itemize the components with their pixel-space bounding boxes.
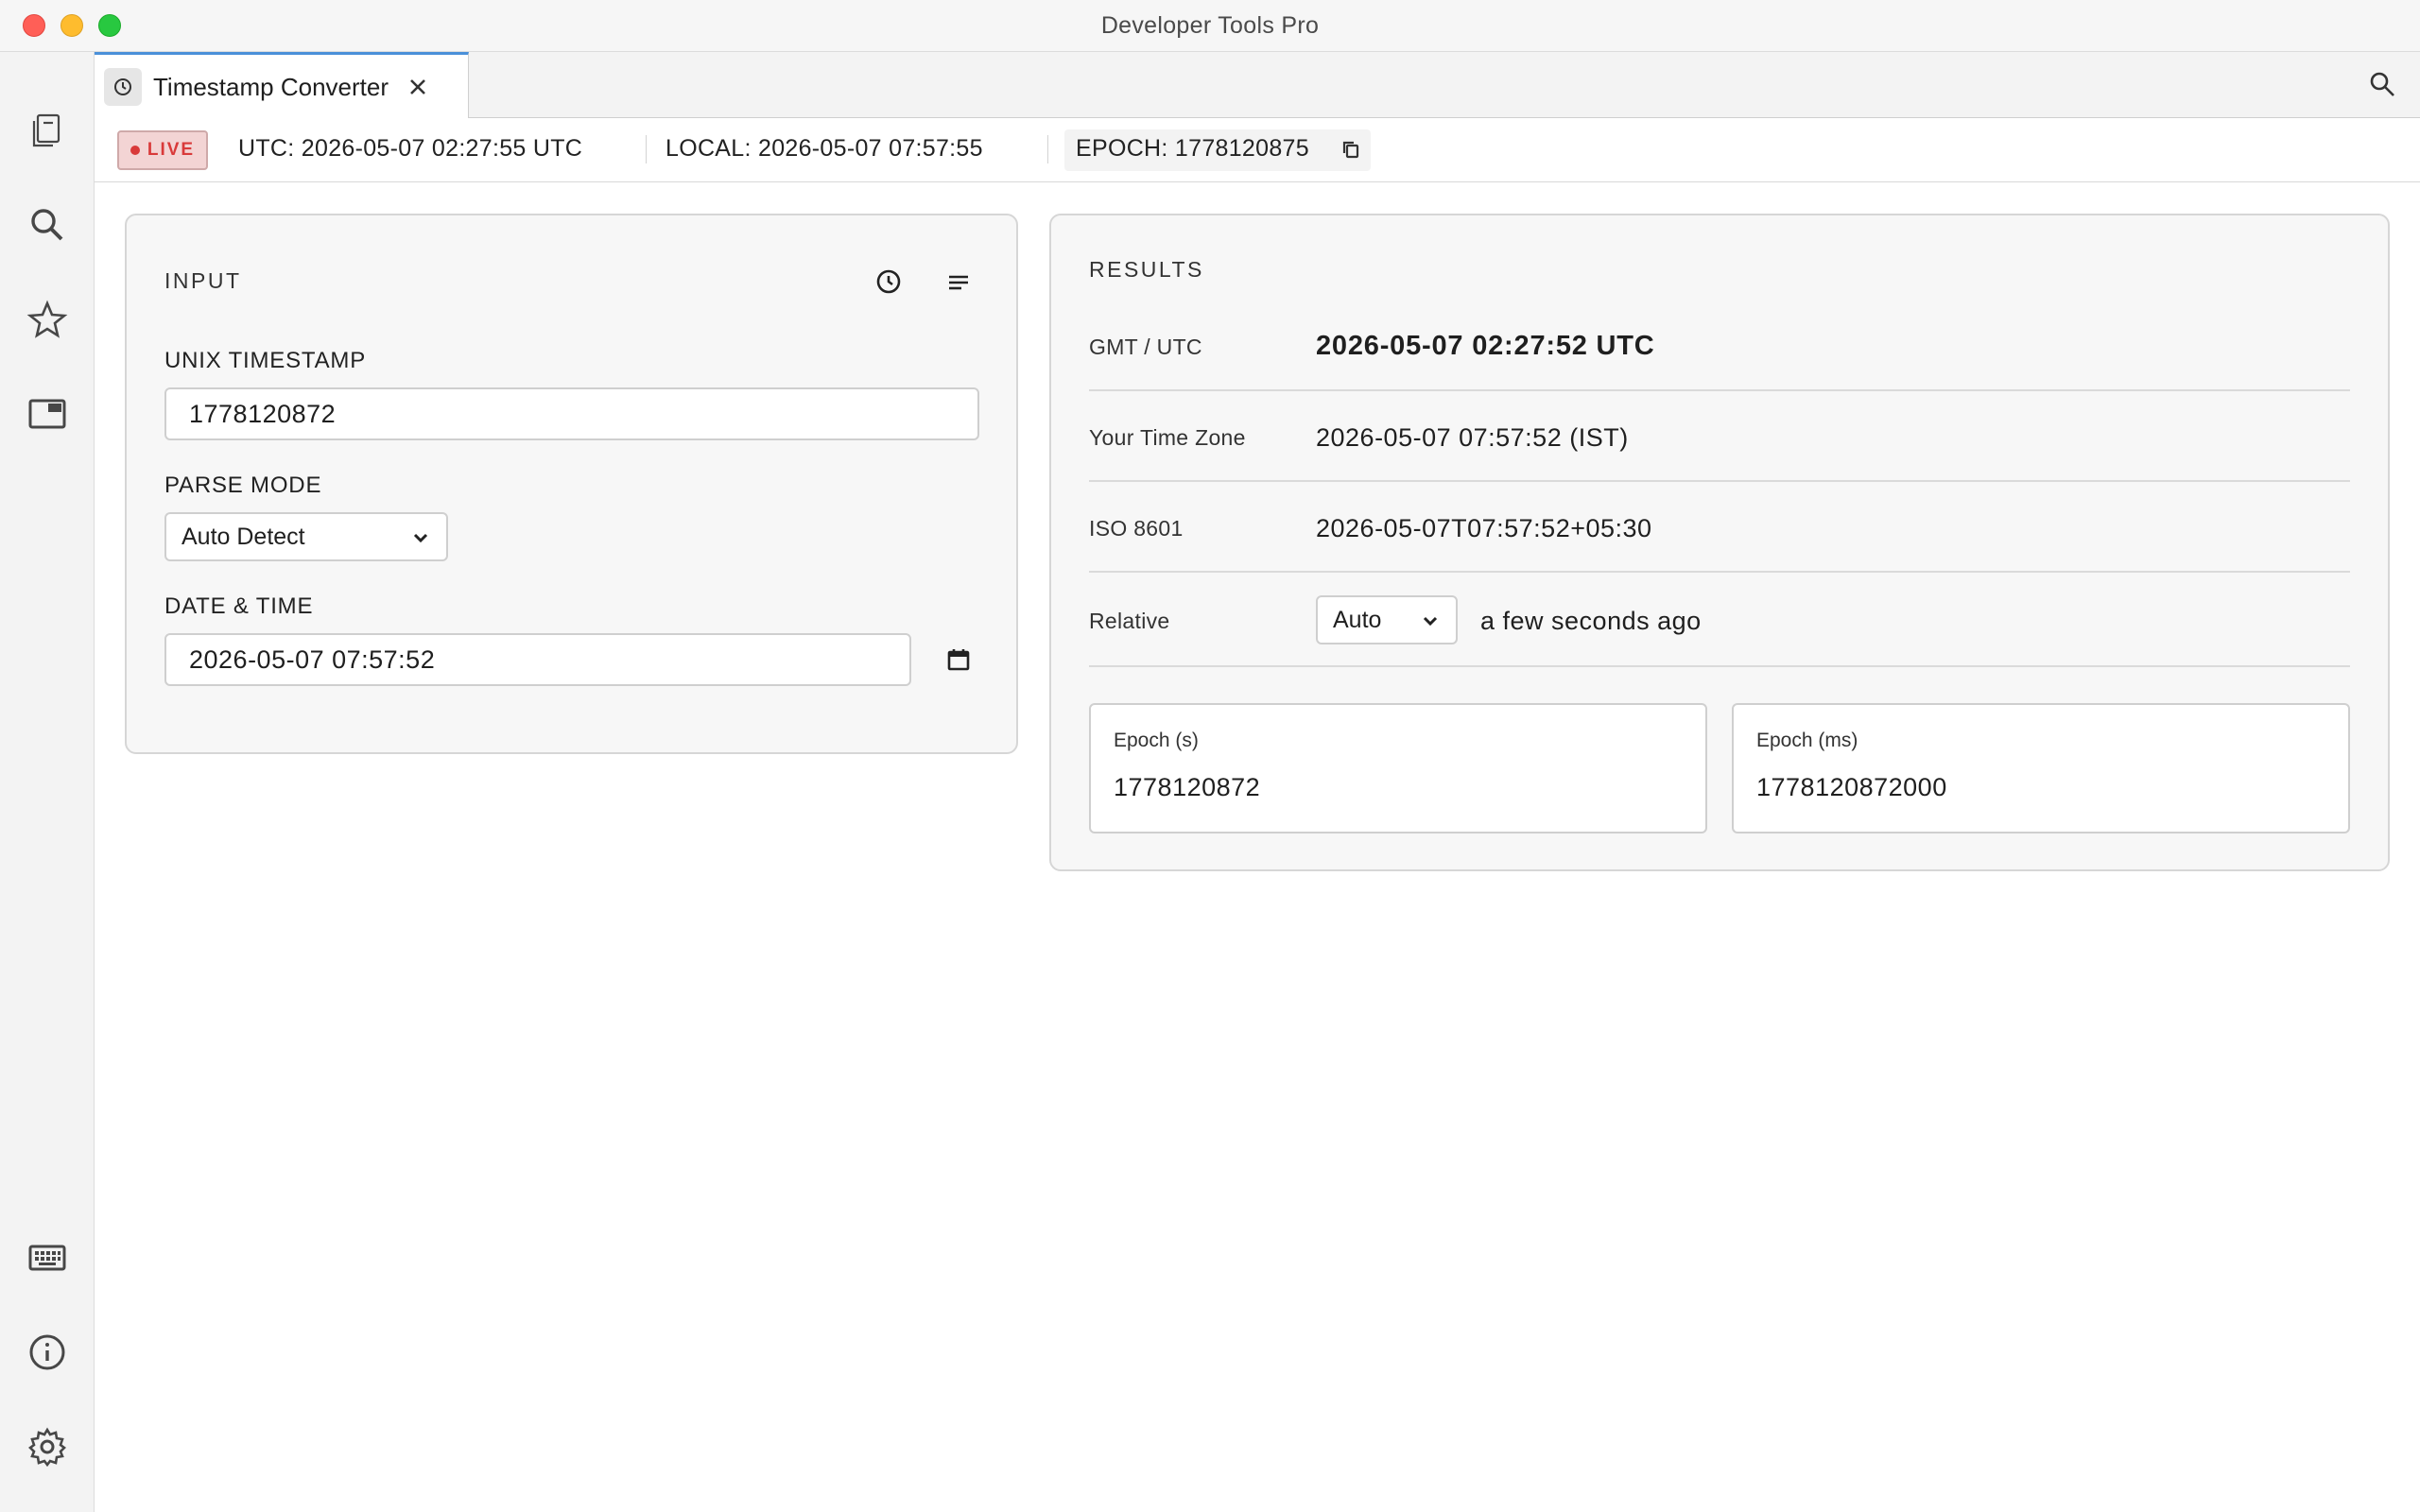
epoch-value: 1778120875 <box>1174 135 1309 162</box>
epoch-seconds-value: 1778120872 <box>1114 773 1261 801</box>
copy-icon[interactable] <box>1337 135 1365 163</box>
calendar-icon[interactable] <box>936 637 981 682</box>
result-value: 2026-05-07 07:57:52 (IST) <box>1316 423 1629 452</box>
epoch-ms-card[interactable]: Epoch (ms) 1778120872000 <box>1732 703 2350 833</box>
result-row-utc: GMT / UTC 2026-05-07 02:27:52 UTC <box>1089 301 2350 391</box>
result-value: 2026-05-07T07:57:52+05:30 <box>1316 514 1652 542</box>
parse-mode-label: PARSE MODE <box>164 472 322 498</box>
result-key: ISO 8601 <box>1089 516 1184 541</box>
local-key: LOCAL: <box>666 135 752 162</box>
keyboard-icon[interactable] <box>19 1229 76 1286</box>
files-icon[interactable] <box>19 102 76 159</box>
relative-mode-select[interactable]: Auto <box>1316 595 1458 644</box>
epoch-key: EPOCH: <box>1076 135 1168 162</box>
live-dot <box>130 146 140 155</box>
unix-timestamp-input[interactable]: 1778120872 <box>164 387 979 440</box>
utc-value: 2026-05-07 02:27:55 UTC <box>301 135 583 162</box>
epoch-ms-label: Epoch (ms) <box>1756 730 1858 751</box>
date-time-input[interactable]: 2026-05-07 07:57:52 <box>164 633 911 686</box>
results-panel: RESULTS GMT / UTC 2026-05-07 02:27:52 UT… <box>1049 214 2390 871</box>
parse-mode-value: Auto Detect <box>182 523 305 550</box>
activity-bar <box>0 52 95 1512</box>
close-tab-icon[interactable] <box>404 73 432 101</box>
relative-mode-value: Auto <box>1333 606 1382 633</box>
tab-label: Timestamp Converter <box>153 72 389 101</box>
result-key: GMT / UTC <box>1089 335 1202 359</box>
local-readout: LOCAL: 2026-05-07 07:57:55 <box>666 135 983 163</box>
search-icon[interactable] <box>2361 63 2403 105</box>
results-heading: RESULTS <box>1089 257 1204 282</box>
date-time-label: DATE & TIME <box>164 593 314 619</box>
epoch-seconds-card[interactable]: Epoch (s) 1778120872 <box>1089 703 1707 833</box>
input-panel: INPUT UNIX TIMESTAMP 1778120872 PARSE MO… <box>125 214 1018 754</box>
window-icon[interactable] <box>19 386 76 442</box>
tab-bar: Timestamp Converter <box>95 52 2420 119</box>
divider <box>646 135 647 163</box>
parse-mode-select[interactable]: Auto Detect <box>164 512 448 561</box>
live-label: LIVE <box>147 140 196 160</box>
local-value: 2026-05-07 07:57:55 <box>757 135 983 162</box>
star-icon[interactable] <box>19 291 76 348</box>
result-value: 2026-05-07 02:27:52 UTC <box>1316 331 1655 361</box>
live-status-bar: LIVE UTC: 2026-05-07 02:27:55 UTC LOCAL:… <box>95 118 2420 182</box>
input-heading: INPUT <box>164 268 242 293</box>
utc-key: UTC: <box>238 135 295 162</box>
search-icon[interactable] <box>19 197 76 253</box>
format-lines-icon[interactable] <box>936 259 981 304</box>
relative-value: a few seconds ago <box>1480 607 1702 635</box>
chevron-down-icon <box>410 527 431 548</box>
utc-readout: UTC: 2026-05-07 02:27:55 UTC <box>238 135 582 163</box>
live-badge: LIVE <box>117 130 208 170</box>
tab-timestamp-converter[interactable]: Timestamp Converter <box>95 52 469 119</box>
unix-timestamp-label: UNIX TIMESTAMP <box>164 348 366 373</box>
epoch-seconds-label: Epoch (s) <box>1114 730 1199 751</box>
clock-icon <box>104 68 142 106</box>
app-window: Developer Tools Pro Timestamp Converter … <box>0 0 2420 1512</box>
window-title: Developer Tools Pro <box>1100 12 1320 39</box>
divider <box>1047 135 1048 163</box>
title-bar: Developer Tools Pro <box>0 0 2420 52</box>
result-key: Relative <box>1089 609 1170 633</box>
result-row-timezone: Your Time Zone 2026-05-07 07:57:52 (IST) <box>1089 391 2350 482</box>
result-key: Your Time Zone <box>1089 425 1246 450</box>
result-row-relative: Relative Auto a few seconds ago <box>1089 573 2350 667</box>
info-icon[interactable] <box>19 1324 76 1381</box>
epoch-readout: EPOCH: 1778120875 <box>1076 135 1309 163</box>
gear-icon[interactable] <box>19 1418 76 1475</box>
chevron-down-icon <box>1420 610 1441 631</box>
result-row-iso: ISO 8601 2026-05-07T07:57:52+05:30 <box>1089 482 2350 573</box>
epoch-ms-value: 1778120872000 <box>1756 773 1947 801</box>
clock-icon[interactable] <box>866 259 911 304</box>
